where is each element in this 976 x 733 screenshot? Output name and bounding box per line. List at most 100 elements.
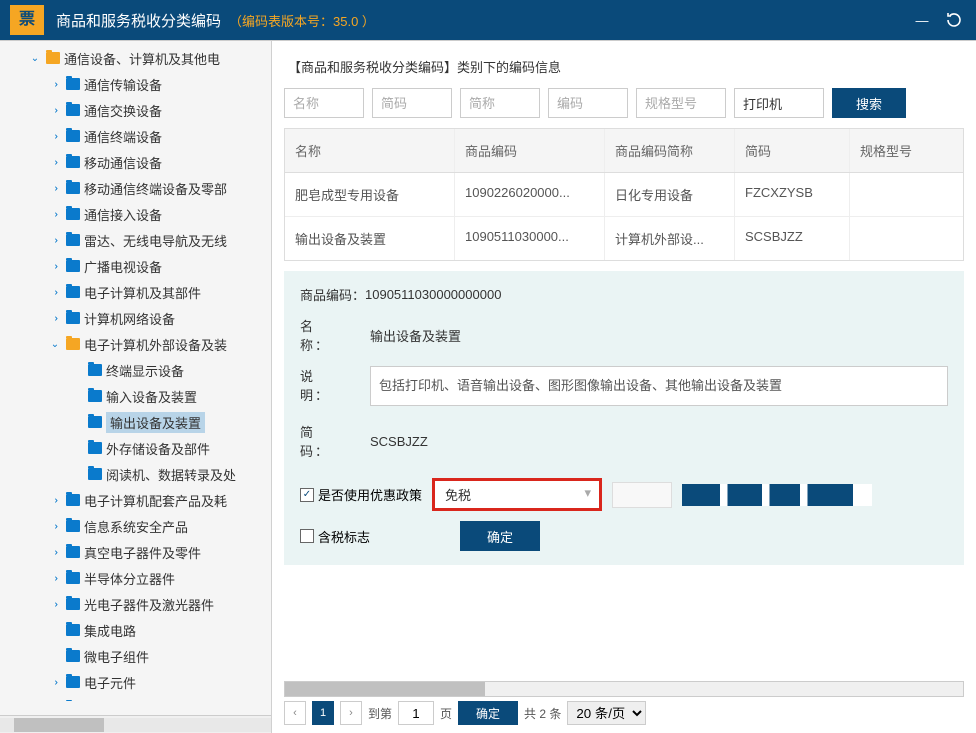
tree-item[interactable]: ⌄通信传输设备: [0, 71, 271, 97]
folder-icon: [66, 130, 80, 142]
tax-flag-checkbox[interactable]: 含税标志: [300, 527, 370, 546]
folder-icon: [66, 78, 80, 90]
tree-item[interactable]: ⌄电子计算机配套产品及耗: [0, 487, 271, 513]
ghost-input-1[interactable]: [612, 482, 672, 508]
search-code-input[interactable]: [548, 88, 628, 118]
collapse-icon[interactable]: ⌄: [48, 339, 62, 350]
back-arrow-icon: [944, 10, 964, 30]
table-cell: 肥皂成型专用设备: [285, 173, 455, 216]
detail-code-label: 商品编码：: [300, 285, 365, 304]
table-cell: 计算机外部设...: [605, 217, 735, 260]
tree-item[interactable]: 传感器: [0, 695, 271, 701]
tree-item[interactable]: 输入设备及装置: [0, 383, 271, 409]
folder-icon: [66, 572, 80, 584]
expand-icon[interactable]: ⌄: [50, 207, 61, 221]
tree-item[interactable]: ⌄移动通信设备: [0, 149, 271, 175]
tree-item[interactable]: ⌄移动通信终端设备及零部: [0, 175, 271, 201]
checkbox-unchecked-icon: [300, 529, 314, 543]
expand-icon[interactable]: ⌄: [50, 129, 61, 143]
tree-item-label: 输入设备及装置: [106, 387, 197, 406]
expand-icon[interactable]: ⌄: [50, 675, 61, 689]
content-hscroll[interactable]: [284, 681, 964, 697]
expand-icon[interactable]: ⌄: [50, 77, 61, 91]
policy-select-value: 免税: [445, 488, 471, 503]
tree-item-label: 光电子器件及激光器件: [84, 595, 214, 614]
tree-item[interactable]: ⌄通信设备、计算机及其他电: [0, 45, 271, 71]
pager-total: 共 2 条: [524, 705, 561, 722]
back-button[interactable]: [942, 8, 966, 32]
tree-item[interactable]: ⌄信息系统安全产品: [0, 513, 271, 539]
expand-icon[interactable]: ⌄: [50, 259, 61, 273]
tree-item[interactable]: 集成电路: [0, 617, 271, 643]
tree-item[interactable]: ⌄通信终端设备: [0, 123, 271, 149]
expand-icon[interactable]: ⌄: [50, 493, 61, 507]
expand-icon[interactable]: ⌄: [50, 519, 61, 533]
tree-item-label: 半导体分立器件: [84, 569, 175, 588]
expand-icon[interactable]: ⌄: [50, 285, 61, 299]
search-abbr-input[interactable]: [372, 88, 452, 118]
sidebar-hscroll[interactable]: [0, 715, 271, 733]
tree-item-label: 输出设备及装置: [106, 412, 205, 433]
tree-item-label: 真空电子器件及零件: [84, 543, 201, 562]
tree-item[interactable]: ⌄ 半导体分立器件: [0, 565, 271, 591]
tree-item-label: 外存储设备及部件: [106, 439, 210, 458]
pager-goto-input[interactable]: [398, 701, 434, 725]
minimize-button[interactable]: —: [910, 8, 934, 32]
folder-icon: [66, 598, 80, 610]
expand-icon[interactable]: ⌄: [50, 103, 61, 117]
table-cell: 输出设备及装置: [285, 217, 455, 260]
expand-icon[interactable]: ⌄: [50, 571, 61, 585]
search-name-input[interactable]: [284, 88, 364, 118]
folder-icon: [88, 468, 102, 480]
table-row[interactable]: 肥皂成型专用设备1090226020000...日化专用设备FZCXZYSB: [285, 173, 963, 217]
expand-icon[interactable]: ⌄: [50, 311, 61, 325]
tree-item[interactable]: 外存储设备及部件: [0, 435, 271, 461]
tree-item[interactable]: 微电子组件: [0, 643, 271, 669]
folder-icon: [66, 156, 80, 168]
tree-item[interactable]: 终端显示设备: [0, 357, 271, 383]
tree-item[interactable]: ⌄电子计算机外部设备及装: [0, 331, 271, 357]
search-spec-input[interactable]: [636, 88, 726, 118]
expand-icon[interactable]: ⌄: [50, 233, 61, 247]
tree-item[interactable]: ⌄电子元件: [0, 669, 271, 695]
tree-item[interactable]: ⌄计算机网络设备: [0, 305, 271, 331]
expand-icon[interactable]: ⌄: [50, 545, 61, 559]
expand-icon[interactable]: ⌄: [50, 181, 61, 195]
detail-confirm-button[interactable]: 确定: [460, 521, 540, 551]
search-value-input[interactable]: [734, 88, 824, 118]
tree-item[interactable]: ⌄ 真空电子器件及零件: [0, 539, 271, 565]
detail-name-label: 名 称：: [300, 316, 370, 354]
tree-item[interactable]: 阅读机、数据转录及处: [0, 461, 271, 487]
policy-select[interactable]: 免税: [432, 478, 602, 511]
table-cell: [850, 217, 963, 260]
collapse-icon[interactable]: ⌄: [28, 53, 42, 64]
pager-perpage[interactable]: 20 条/页: [567, 701, 646, 725]
app-title: 商品和服务税收分类编码: [56, 10, 221, 31]
detail-abbr-label: 简 码：: [300, 422, 370, 460]
breadcrumb: 【商品和服务税收分类编码】类别下的编码信息: [284, 49, 964, 88]
detail-abbr-value: SCSBJZZ: [370, 434, 428, 449]
pager-prev[interactable]: ‹: [284, 701, 306, 725]
folder-icon: [66, 260, 80, 272]
folder-icon: [66, 494, 80, 506]
tree-item[interactable]: 输出设备及装置: [0, 409, 271, 435]
search-button[interactable]: 搜索: [832, 88, 906, 118]
tree-item[interactable]: ⌄通信接入设备: [0, 201, 271, 227]
tree-item[interactable]: ⌄雷达、无线电导航及无线: [0, 227, 271, 253]
folder-icon: [88, 442, 102, 454]
tree-item[interactable]: ⌄ 光电子器件及激光器件: [0, 591, 271, 617]
expand-icon[interactable]: ⌄: [50, 155, 61, 169]
folder-icon: [66, 104, 80, 116]
policy-checkbox[interactable]: ✓ 是否使用优惠政策: [300, 485, 422, 504]
tree-item[interactable]: ⌄通信交换设备: [0, 97, 271, 123]
tree-item[interactable]: ⌄电子计算机及其部件: [0, 279, 271, 305]
tree-item[interactable]: ⌄广播电视设备: [0, 253, 271, 279]
pager-next[interactable]: ›: [340, 701, 362, 725]
pager-page-1[interactable]: 1: [312, 701, 334, 725]
search-short-input[interactable]: [460, 88, 540, 118]
pager-confirm[interactable]: 确定: [458, 701, 518, 725]
search-row: 搜索: [284, 88, 964, 118]
expand-icon[interactable]: ⌄: [50, 597, 61, 611]
detail-desc-label: 说 明：: [300, 366, 370, 404]
table-row[interactable]: 输出设备及装置1090511030000...计算机外部设...SCSBJZZ: [285, 217, 963, 260]
